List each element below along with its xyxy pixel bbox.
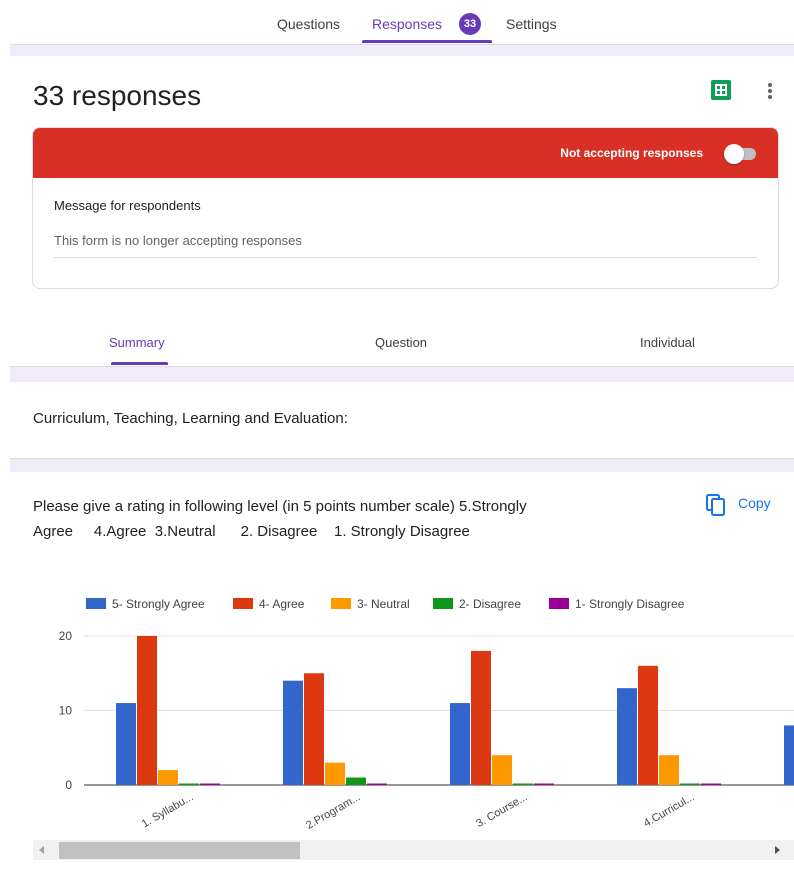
- question-text: Please give a rating in following level …: [33, 498, 527, 540]
- legend-swatch: [331, 598, 351, 609]
- tab-questions[interactable]: Questions: [277, 16, 340, 32]
- more-vert-icon[interactable]: [767, 83, 773, 101]
- sheets-icon[interactable]: [711, 80, 731, 100]
- responses-count-badge: 33: [459, 13, 481, 35]
- tab-question[interactable]: Question: [375, 335, 427, 350]
- section-separator: [10, 366, 794, 382]
- legend-label: 2- Disagree: [459, 597, 521, 611]
- summary-tab-indicator: [111, 362, 168, 365]
- bar: [638, 665, 658, 785]
- message-field[interactable]: This form is no longer accepting respons…: [54, 232, 757, 258]
- bar: [200, 783, 220, 785]
- x-tick-label: 2.Program...: [304, 791, 362, 832]
- bar: [513, 783, 533, 785]
- bar: [283, 680, 303, 785]
- accepting-label: Not accepting responses: [560, 146, 703, 160]
- y-tick-label: 0: [65, 778, 72, 792]
- scroll-left-arrow[interactable]: [39, 846, 44, 854]
- bar: [325, 762, 345, 785]
- bar: [701, 783, 721, 785]
- legend-label: 1- Strongly Disagree: [575, 597, 685, 611]
- bar: [158, 770, 178, 785]
- accepting-banner: Not accepting responses: [33, 128, 778, 178]
- x-tick-label: 1. Syllabu...: [140, 791, 196, 830]
- y-tick-label: 10: [59, 704, 73, 718]
- toggle-knob[interactable]: [724, 144, 744, 164]
- tab-summary[interactable]: Summary: [109, 335, 165, 350]
- bar: [367, 783, 387, 785]
- accepting-responses-panel: Not accepting responses Message for resp…: [32, 127, 779, 289]
- legend-swatch: [549, 598, 569, 609]
- legend-swatch: [433, 598, 453, 609]
- chart-horizontal-scrollbar[interactable]: [33, 840, 794, 860]
- bar: [659, 755, 679, 785]
- top-tab-bar: Questions Responses 33 Settings: [0, 0, 794, 44]
- copy-icon: [706, 494, 725, 516]
- legend-swatch: [86, 598, 106, 609]
- legend-swatch: [233, 598, 253, 609]
- bar: [617, 688, 637, 785]
- active-tab-indicator: [362, 40, 492, 43]
- bar: [137, 636, 157, 785]
- bar: [116, 703, 136, 785]
- message-text: This form is no longer accepting respons…: [54, 233, 302, 248]
- message-title: Message for respondents: [54, 198, 201, 213]
- scroll-thumb[interactable]: [59, 842, 300, 859]
- section-separator: [10, 458, 794, 472]
- legend-label: 5- Strongly Agree: [112, 597, 205, 611]
- bar: [680, 783, 700, 785]
- tab-responses[interactable]: Responses: [372, 16, 442, 32]
- bar: [304, 673, 324, 785]
- section-separator: [10, 44, 794, 56]
- scroll-right-arrow[interactable]: [775, 846, 780, 854]
- bar: [784, 725, 794, 785]
- responses-title: 33 responses: [33, 80, 202, 111]
- bar: [471, 650, 491, 785]
- bar: [346, 777, 366, 785]
- tab-individual[interactable]: Individual: [640, 335, 695, 350]
- copy-label: Copy: [738, 495, 771, 511]
- tab-settings[interactable]: Settings: [506, 16, 557, 32]
- bar: [492, 755, 512, 785]
- legend-label: 4- Agree: [259, 597, 305, 611]
- bar: [179, 783, 199, 785]
- bar: [534, 783, 554, 785]
- x-tick-label: 3. Course...: [474, 791, 529, 830]
- y-tick-label: 20: [59, 629, 73, 643]
- bar: [450, 703, 470, 785]
- responses-bar-chart: 5- Strongly Agree 4- Agree 3- Neutral 2- Di…: [59, 597, 794, 832]
- legend-label: 3- Neutral: [357, 597, 410, 611]
- section-title: Curriculum, Teaching, Learning and Evalu…: [33, 410, 348, 427]
- x-tick-label: 4.Curricul...: [642, 791, 697, 830]
